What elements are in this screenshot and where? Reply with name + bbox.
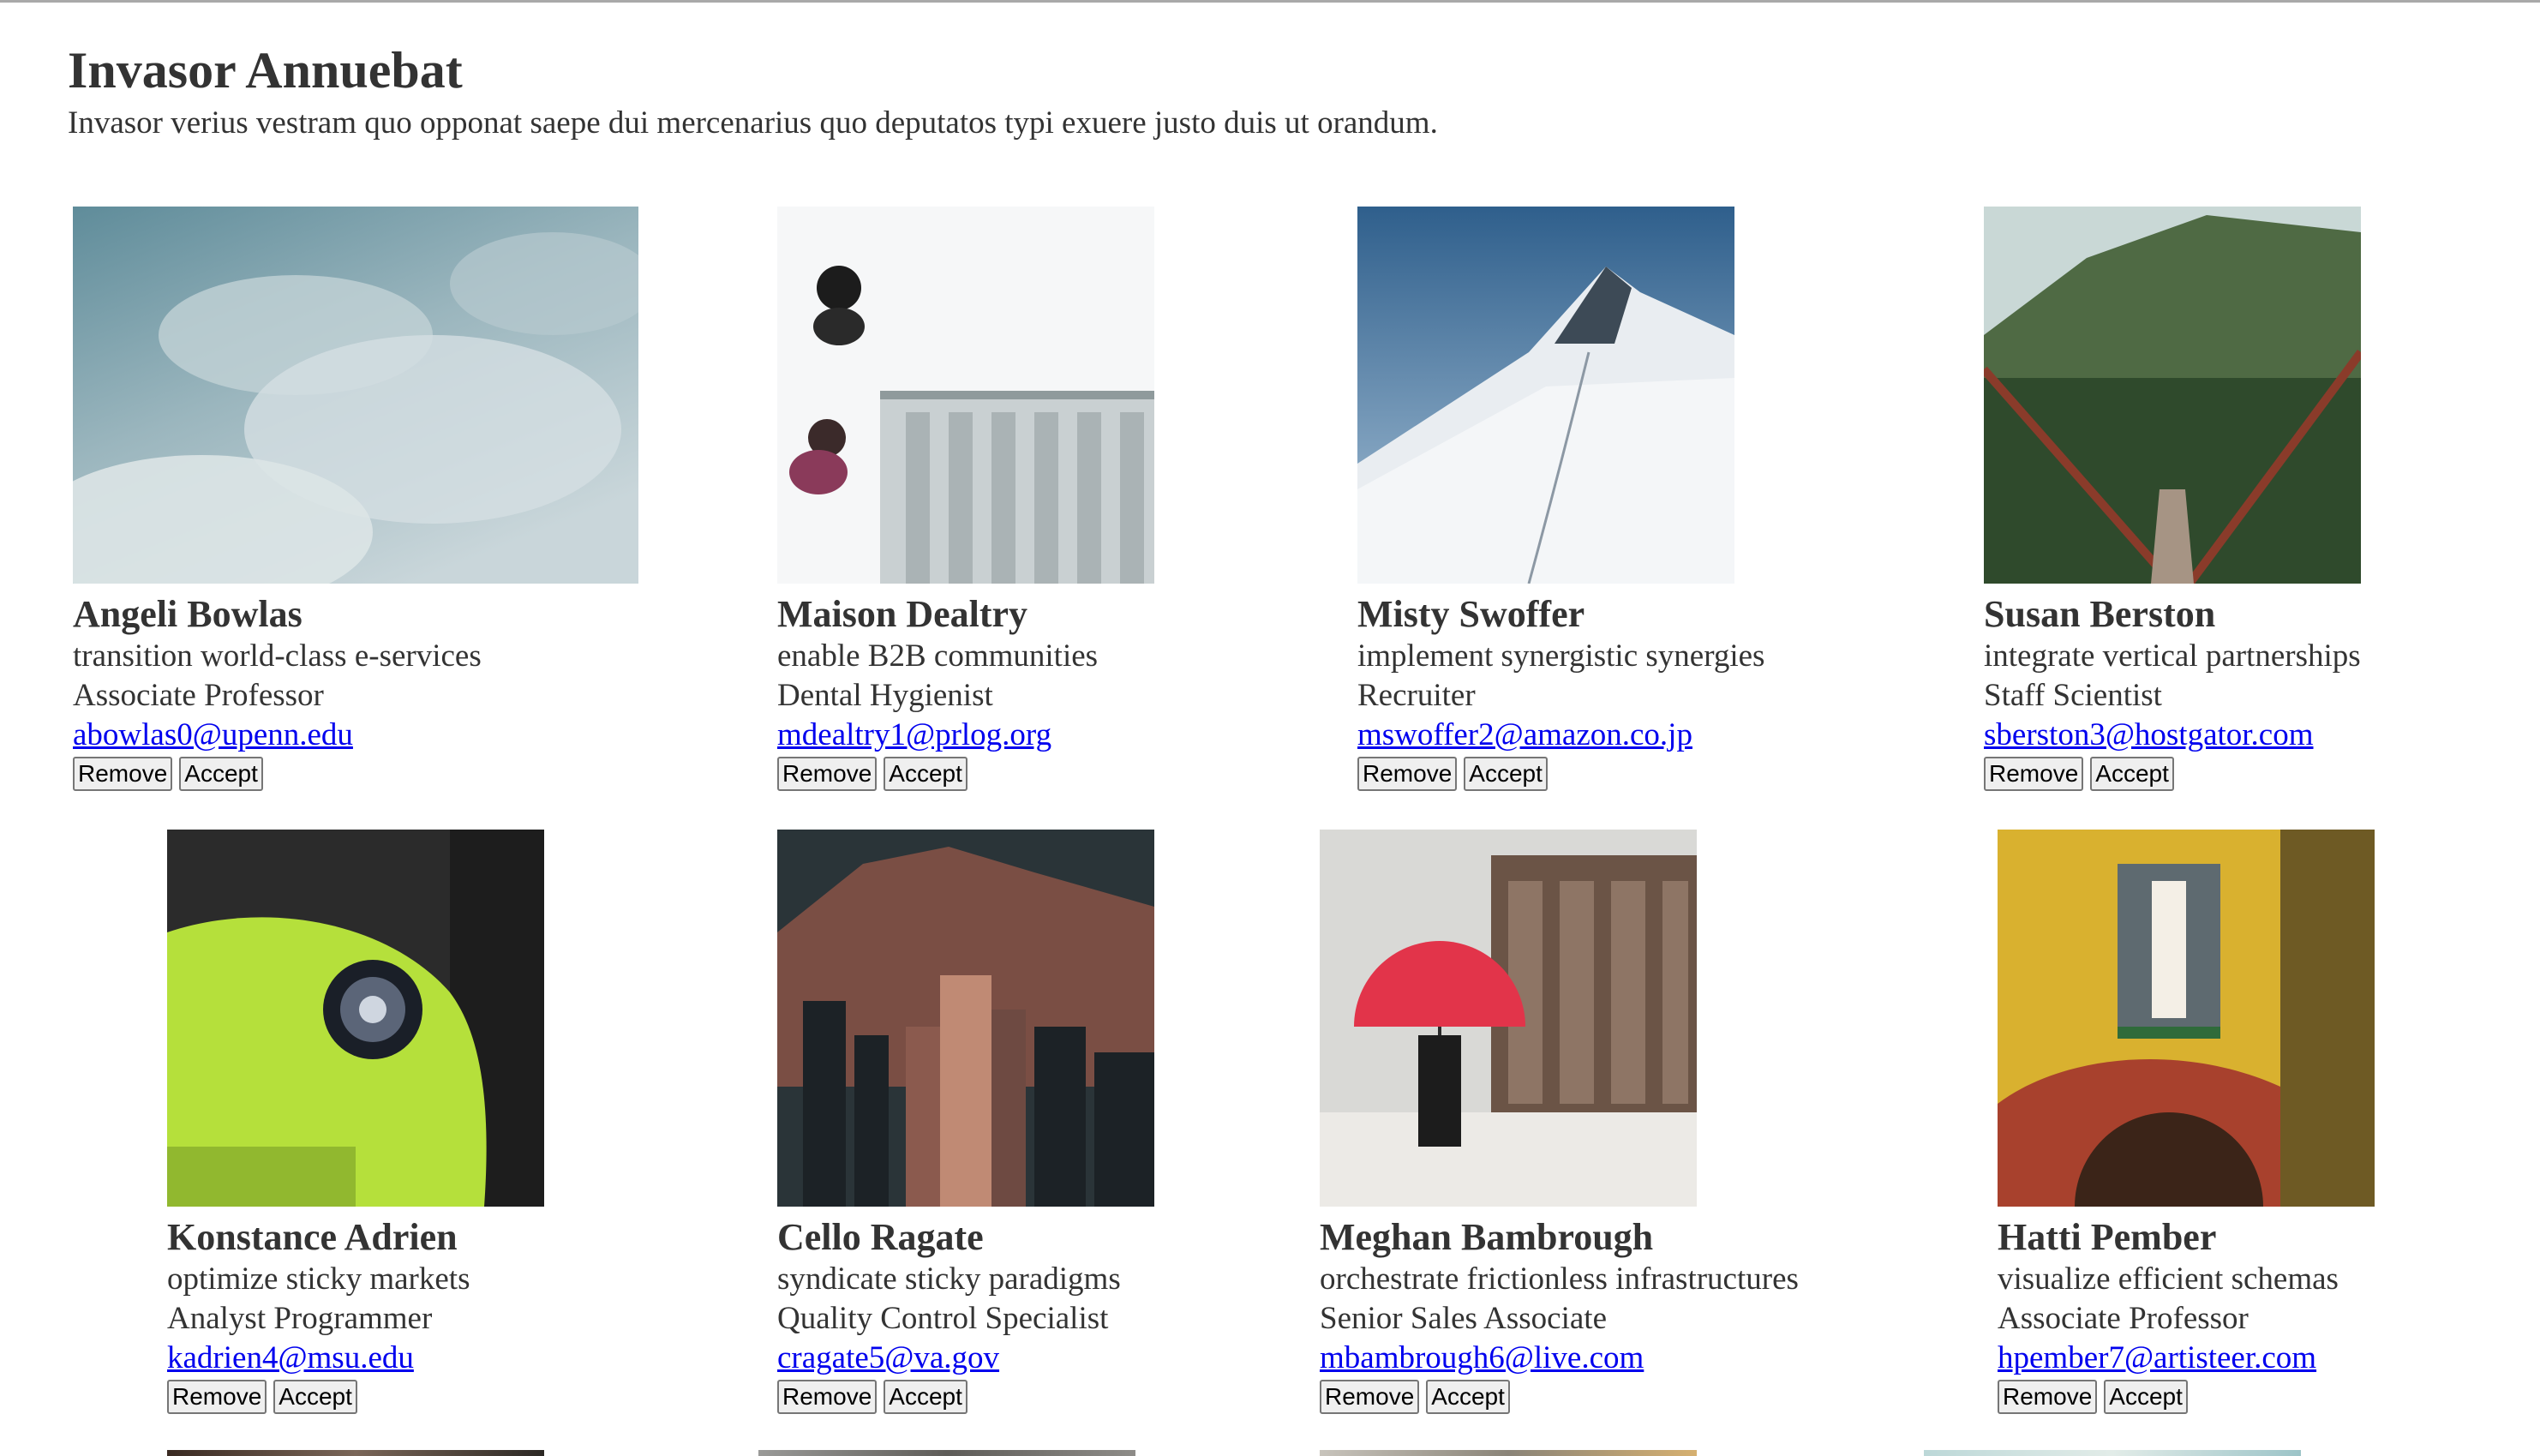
- accept-button[interactable]: Accept: [1426, 1380, 1510, 1414]
- profile-card: Meghan Bambrough orchestrate frictionles…: [1320, 830, 1997, 1414]
- profile-photo: [758, 1450, 1135, 1456]
- page-header: Invasor Annuebat Invasor verius vestram …: [68, 38, 2467, 144]
- card-name: Susan Berston: [1984, 593, 2216, 635]
- card-job-title: Associate Professor: [73, 678, 324, 713]
- accept-button[interactable]: Accept: [2090, 757, 2174, 791]
- profile-card: Maison Dealtry enable B2B communities De…: [777, 207, 1454, 791]
- profile-card: Konstance Adrien optimize sticky markets…: [167, 830, 844, 1414]
- profile-photo: [1924, 1450, 2301, 1456]
- card-job-title: Associate Professor: [1998, 1301, 2249, 1336]
- profile-card: Misty Swoffer implement synergistic syne…: [1357, 207, 2034, 791]
- accept-button[interactable]: Accept: [1464, 757, 1548, 791]
- card-email-link[interactable]: kadrien4@msu.edu: [167, 1339, 414, 1378]
- card-email-link[interactable]: hpember7@artisteer.com: [1998, 1339, 2316, 1378]
- remove-button[interactable]: Remove: [1320, 1380, 1420, 1414]
- remove-button[interactable]: Remove: [1984, 757, 2084, 791]
- card-job-title: Senior Sales Associate: [1320, 1301, 1608, 1336]
- card-tagline: orchestrate frictionless infrastructures: [1320, 1261, 1799, 1297]
- accept-button[interactable]: Accept: [179, 757, 263, 791]
- card-tagline: transition world-class e-services: [73, 638, 482, 674]
- profile-photo: [1984, 207, 2361, 584]
- card-email-link[interactable]: cragate5@va.gov: [777, 1339, 999, 1378]
- card-email-link[interactable]: mbambrough6@live.com: [1320, 1339, 1644, 1378]
- top-border: [0, 0, 2540, 3]
- card-tagline: implement synergistic synergies: [1357, 638, 1765, 674]
- card-email-link[interactable]: sberston3@hostgator.com: [1984, 716, 2314, 755]
- card-name: Hatti Pember: [1998, 1216, 2217, 1258]
- card-name: Konstance Adrien: [167, 1216, 458, 1258]
- card-name: Angeli Bowlas: [73, 593, 303, 635]
- card-job-title: Recruiter: [1357, 678, 1476, 713]
- remove-button[interactable]: Remove: [1998, 1380, 2098, 1414]
- card-tagline: enable B2B communities: [777, 638, 1099, 674]
- profile-card: Susan Berston integrate vertical partner…: [1984, 207, 2540, 791]
- card-job-title: Analyst Programmer: [167, 1301, 433, 1336]
- card-email-link[interactable]: abowlas0@upenn.edu: [73, 716, 353, 755]
- card-tagline: integrate vertical partnerships: [1984, 638, 2361, 674]
- profile-photo: [167, 1450, 544, 1456]
- page-title: Invasor Annuebat: [68, 42, 463, 99]
- card-name: Misty Swoffer: [1357, 593, 1585, 635]
- card-email-link[interactable]: mswoffer2@amazon.co.jp: [1357, 716, 1692, 755]
- profile-photo: [1320, 1450, 1697, 1456]
- profile-photo: [1320, 830, 1697, 1207]
- accept-button[interactable]: Accept: [884, 757, 967, 791]
- card-tagline: optimize sticky markets: [167, 1261, 470, 1297]
- profile-photo: [167, 830, 544, 1207]
- card-name: Meghan Bambrough: [1320, 1216, 1654, 1258]
- profile-photo: [777, 207, 1154, 584]
- card-job-title: Dental Hygienist: [777, 678, 993, 713]
- profile-photo: [777, 830, 1154, 1207]
- remove-button[interactable]: Remove: [73, 757, 173, 791]
- card-tagline: visualize efficient schemas: [1998, 1261, 2339, 1297]
- remove-button[interactable]: Remove: [167, 1380, 267, 1414]
- card-job-title: Staff Scientist: [1984, 678, 2162, 713]
- card-name: Maison Dealtry: [777, 593, 1028, 635]
- remove-button[interactable]: Remove: [1357, 757, 1458, 791]
- remove-button[interactable]: Remove: [777, 1380, 878, 1414]
- page-subtitle: Invasor verius vestram quo opponat saepe…: [68, 105, 1438, 141]
- profile-card: Hatti Pember visualize efficient schemas…: [1998, 830, 2540, 1414]
- profile-card: Angeli Bowlas transition world-class e-s…: [73, 207, 750, 791]
- profile-photo: [73, 207, 638, 584]
- accept-button[interactable]: Accept: [2104, 1380, 2188, 1414]
- profile-photo: [1998, 830, 2375, 1207]
- accept-button[interactable]: Accept: [273, 1380, 357, 1414]
- profile-photo: [1357, 207, 1734, 584]
- remove-button[interactable]: Remove: [777, 757, 878, 791]
- card-email-link[interactable]: mdealtry1@prlog.org: [777, 716, 1051, 755]
- accept-button[interactable]: Accept: [884, 1380, 967, 1414]
